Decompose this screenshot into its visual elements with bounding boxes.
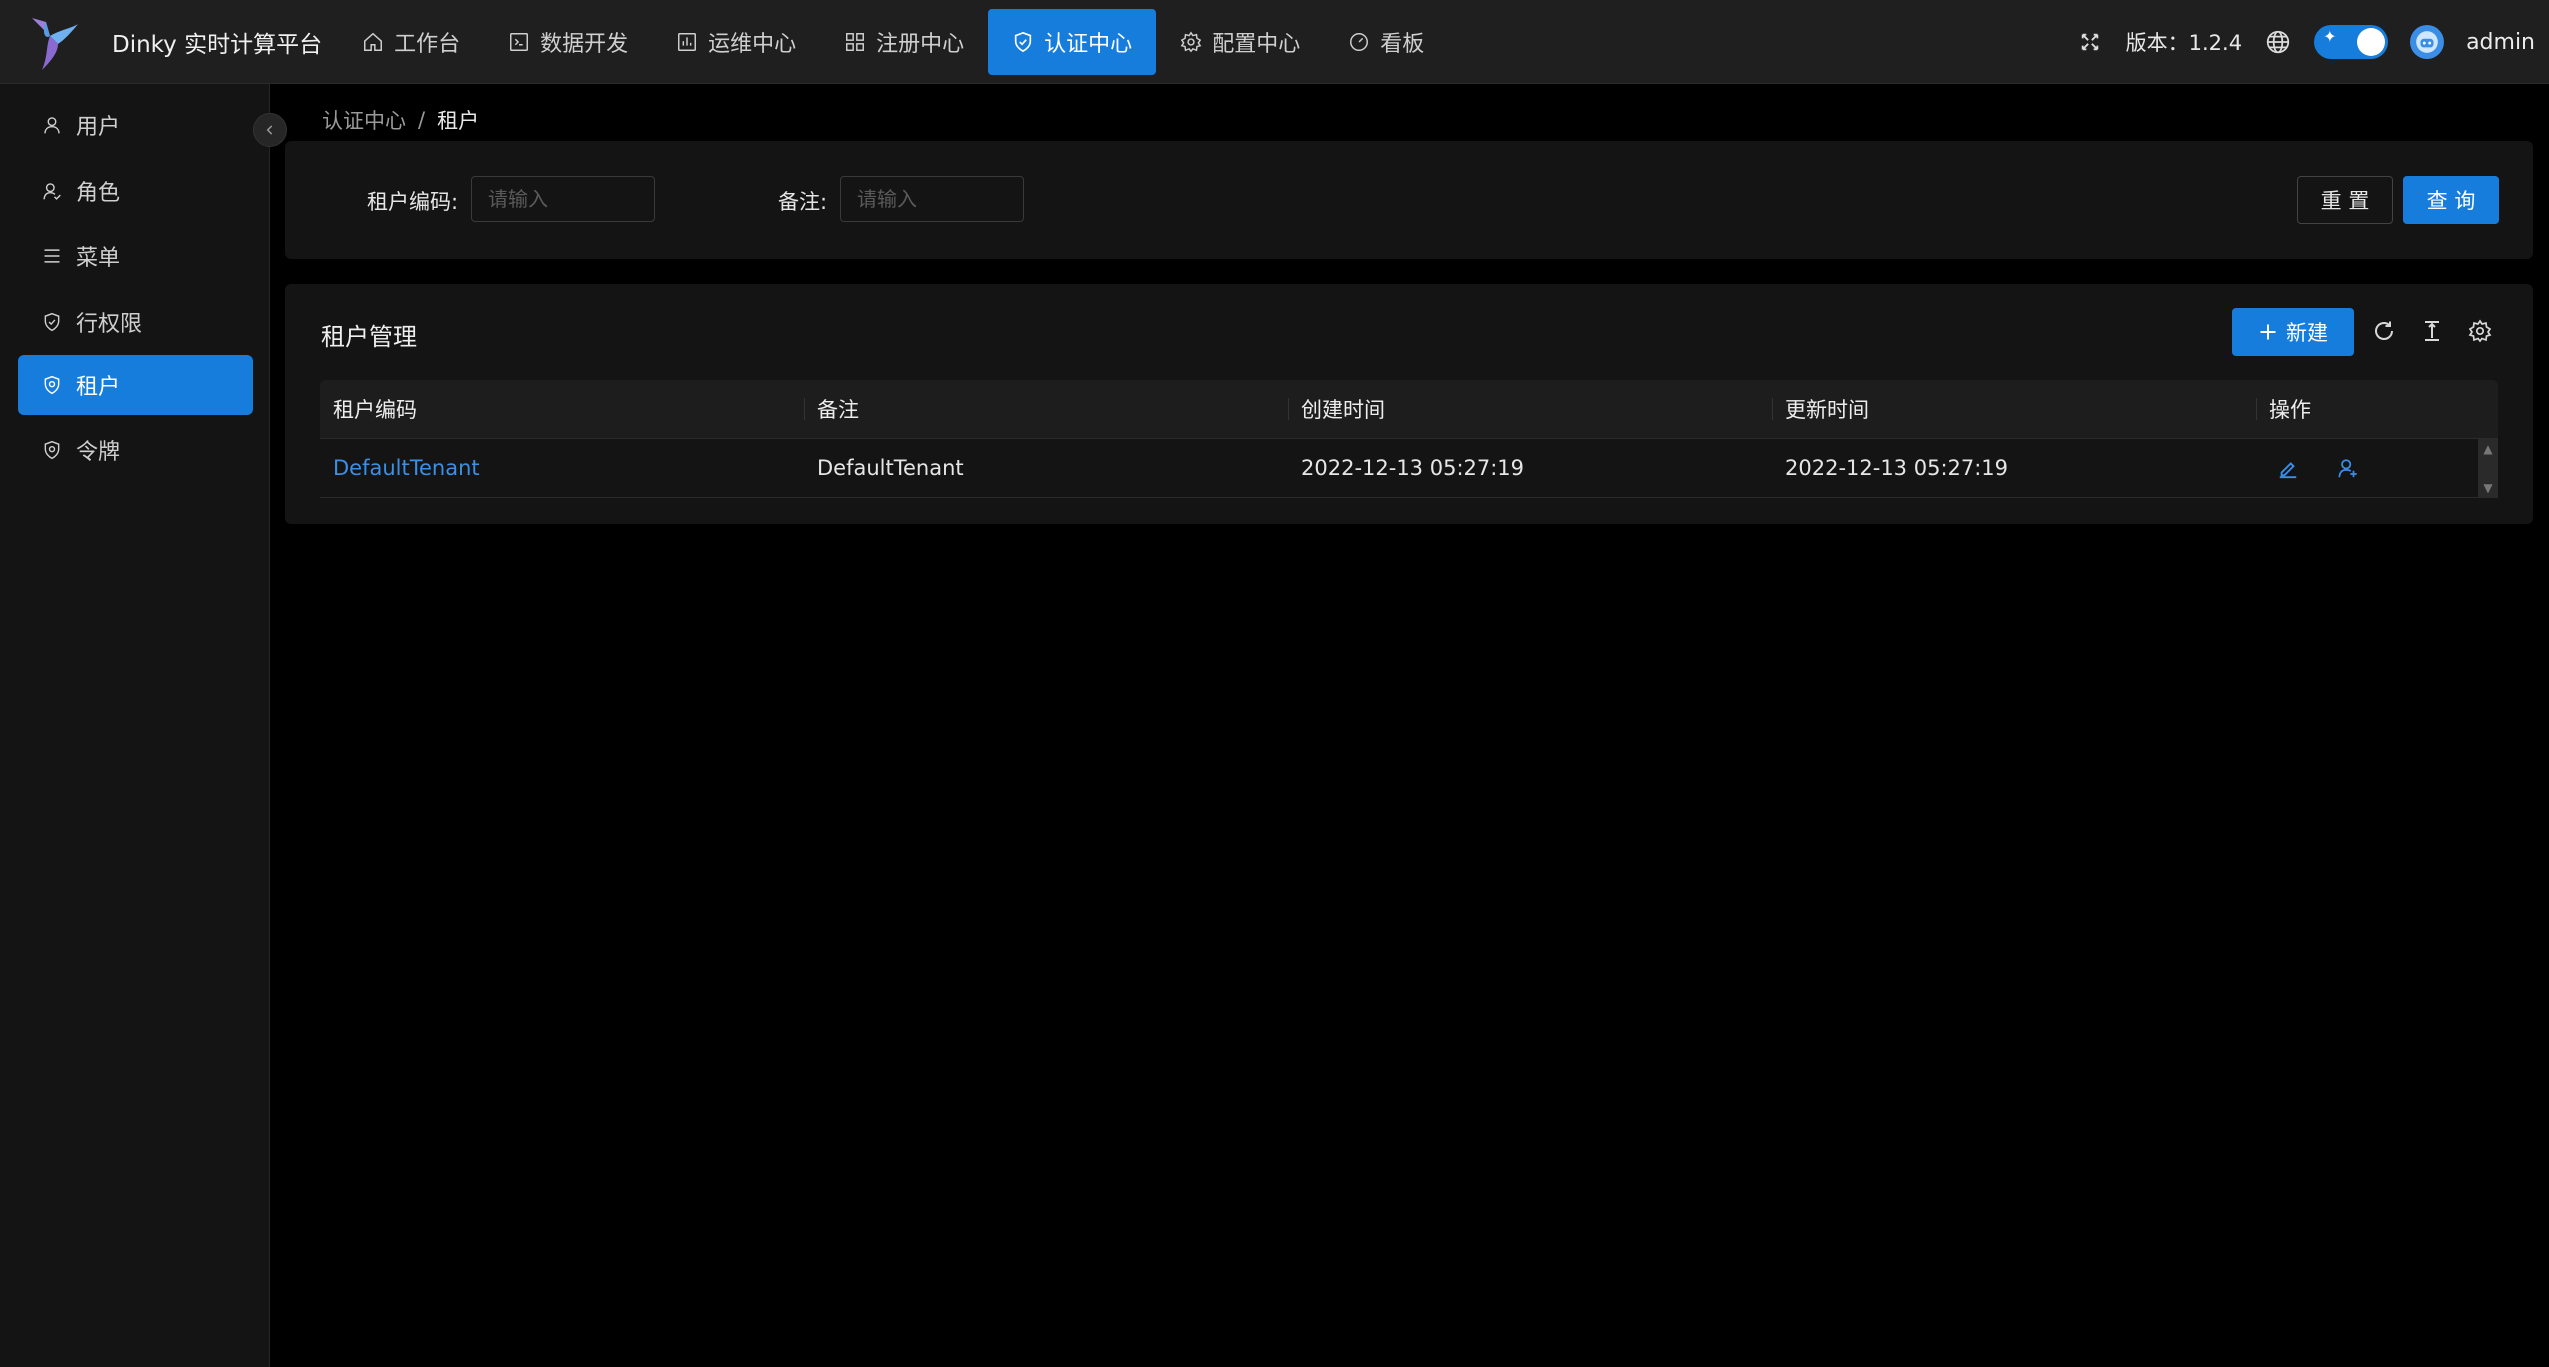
sidebar-item-tokens[interactable]: 令牌 (18, 420, 253, 480)
note-input[interactable] (840, 176, 1024, 222)
tenant-code-label: 租户编码: (367, 190, 459, 214)
sidebar: 用户 角色 菜单 行权限 租户 令牌 (0, 84, 270, 1367)
nav-label: 注册中心 (876, 31, 965, 57)
toggle-knob (2357, 28, 2386, 56)
role-icon (43, 183, 61, 200)
tenant-code-link[interactable]: DefaultTenant (320, 439, 804, 497)
sidebar-item-menus[interactable]: 菜单 (18, 226, 253, 286)
nav-data-dev[interactable]: 数据开发 (484, 9, 652, 75)
top-header: Dinky 实时计算平台 工作台 数据开发 运维中心 注册中心 认证中心 配置中… (0, 0, 2549, 84)
new-button[interactable]: 新建 (2232, 308, 2354, 356)
scroll-up-icon[interactable]: ▲ (2483, 443, 2492, 455)
nav-label: 认证中心 (1044, 31, 1133, 57)
dashboard-icon (1350, 32, 1369, 51)
sidebar-item-label: 菜单 (76, 246, 121, 271)
reset-button[interactable]: 重 置 (2297, 176, 2393, 224)
sidebar-item-label: 角色 (76, 181, 121, 206)
menu-icon (44, 249, 60, 263)
breadcrumb-separator: / (418, 108, 426, 132)
sidebar-item-label: 租户 (76, 375, 121, 400)
row-actions (2256, 439, 2498, 497)
nav-label: 配置中心 (1212, 31, 1301, 57)
nav-config-center[interactable]: 配置中心 (1156, 9, 1324, 75)
table-header: 租户编码 备注 创建时间 更新时间 操作 (320, 380, 2498, 439)
sidebar-item-label: 行权限 (76, 312, 143, 337)
app-title: Dinky 实时计算平台 (112, 31, 323, 58)
theme-toggle[interactable]: ✦ (2314, 25, 2389, 59)
user-icon (44, 117, 60, 134)
chart-icon (678, 32, 697, 51)
nav-auth-center[interactable]: 认证中心 (988, 8, 1157, 75)
tenant-code-input[interactable] (471, 176, 655, 222)
sparkle-icon: ✦ (2323, 27, 2337, 46)
plus-icon (2260, 324, 2276, 340)
sidebar-item-label: 令牌 (76, 440, 121, 465)
globe-icon[interactable] (2264, 28, 2292, 56)
query-button[interactable]: 查 询 (2403, 176, 2499, 224)
breadcrumb-current: 租户 (437, 109, 480, 133)
top-nav: 工作台 数据开发 运维中心 注册中心 认证中心 配置中心 看板 (338, 0, 1448, 84)
nav-registry[interactable]: 注册中心 (820, 9, 988, 75)
username[interactable]: admin (2466, 30, 2535, 55)
shield-icon (44, 440, 60, 460)
note-label: 备注: (778, 190, 828, 214)
hummingbird-logo-icon[interactable] (22, 7, 82, 77)
chevron-left-icon (266, 125, 273, 135)
column-header-tenant-code: 租户编码 (333, 398, 417, 422)
sidebar-item-tenants[interactable]: 租户 (18, 355, 253, 415)
grid-icon (846, 32, 865, 51)
code-icon (510, 32, 529, 51)
column-header-created: 创建时间 (1288, 380, 1772, 438)
nav-label: 工作台 (394, 31, 461, 57)
column-header-actions: 操作 (2256, 380, 2498, 438)
breadcrumb: 认证中心 / 租户 (322, 105, 479, 135)
shield-icon (44, 312, 60, 332)
fullscreen-icon[interactable] (2076, 28, 2104, 56)
nav-label: 看板 (1380, 31, 1425, 57)
scroll-down-icon[interactable]: ▼ (2483, 482, 2492, 494)
sidebar-item-roles[interactable]: 角色 (18, 161, 253, 221)
table-scrollbar[interactable]: ▲ ▼ (2478, 439, 2498, 498)
sidebar-item-users[interactable]: 用户 (18, 95, 253, 155)
version-label: 版本：1.2.4 (2125, 31, 2243, 55)
sidebar-item-row-permissions[interactable]: 行权限 (18, 292, 253, 352)
nav-dashboard[interactable]: 看板 (1324, 9, 1448, 75)
table-row: DefaultTenant DefaultTenant 2022-12-13 0… (320, 439, 2498, 498)
edit-icon[interactable] (2269, 449, 2307, 487)
tenant-table: 租户编码 备注 创建时间 更新时间 操作 DefaultTenant Defau… (320, 380, 2498, 498)
shield-icon (1015, 31, 1032, 52)
tenant-note-cell: DefaultTenant (817, 456, 964, 480)
column-header-updated: 更新时间 (1772, 380, 2256, 438)
settings-gear-icon[interactable] (2466, 317, 2494, 345)
gear-icon (1180, 31, 1202, 52)
nav-workbench[interactable]: 工作台 (338, 9, 484, 75)
assign-user-icon[interactable] (2329, 449, 2367, 487)
shield-icon (44, 375, 60, 395)
breadcrumb-parent[interactable]: 认证中心 (322, 105, 406, 135)
header-actions: 版本：1.2.4 ✦ admin (2076, 0, 2535, 84)
nav-ops-center[interactable]: 运维中心 (652, 9, 820, 75)
updated-time-cell: 2022-12-13 05:27:19 (1785, 456, 2009, 480)
sidebar-collapse-button[interactable] (253, 113, 287, 147)
avatar[interactable] (2410, 25, 2445, 59)
column-header-note: 备注 (804, 380, 1288, 438)
created-time-cell: 2022-12-13 05:27:19 (1301, 456, 1525, 480)
nav-label: 数据开发 (540, 31, 629, 57)
home-icon (364, 32, 383, 51)
new-button-label: 新建 (2286, 321, 2328, 345)
search-form: 租户编码: 备注: 重 置 查 询 (285, 141, 2533, 259)
reload-icon[interactable] (2370, 317, 2398, 345)
density-icon[interactable] (2418, 317, 2446, 345)
table-title: 租户管理 (321, 323, 417, 351)
sidebar-item-label: 用户 (76, 115, 121, 140)
nav-label: 运维中心 (708, 31, 797, 57)
tenant-table-card: 租户管理 新建 租户编码 备注 创建时间 更新时间 操作 DefaultTena… (285, 284, 2533, 524)
